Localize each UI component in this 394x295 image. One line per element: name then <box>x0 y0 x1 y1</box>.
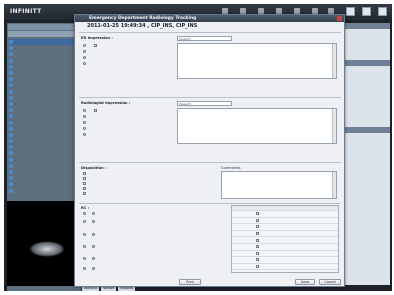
radio-option[interactable] <box>83 50 88 53</box>
recommendation-table <box>231 205 339 273</box>
folder-icon <box>9 58 13 63</box>
recommendation-row[interactable] <box>232 264 338 271</box>
panel-spacer <box>338 67 390 127</box>
study-header: 2011-01-25 19:49:34 , CIP_INS, CIP_INS <box>87 23 198 29</box>
radio-option[interactable] <box>83 44 98 47</box>
folder-icon <box>9 126 13 131</box>
folder-icon <box>9 46 13 51</box>
recommendation-row[interactable] <box>232 237 338 244</box>
scan-image <box>29 241 65 257</box>
section-label: Radiologist Impression : <box>81 101 131 105</box>
panel-header <box>8 24 80 30</box>
radio-option[interactable] <box>83 62 88 65</box>
radio-option[interactable] <box>83 212 96 215</box>
radio-option[interactable] <box>83 56 88 59</box>
checkbox-option[interactable] <box>83 182 88 185</box>
desktop-screen: INFINITT Worklist Viewer Reports Emergen… <box>4 4 392 291</box>
ed-impression-section: ED Impression : [Select] <box>79 32 341 92</box>
radio-option[interactable] <box>83 245 96 248</box>
dialog-title: Emergency Department Radiology Tracking <box>89 16 197 21</box>
radiologist-impression-text[interactable] <box>177 108 337 144</box>
image-preview[interactable] <box>7 201 81 286</box>
folder-icon <box>9 95 13 100</box>
folder-icon <box>9 83 13 88</box>
window-control-icon[interactable] <box>362 7 371 16</box>
folder-icon <box>9 64 13 69</box>
radiologist-impression-select[interactable]: [Select] <box>177 101 232 106</box>
radio-option[interactable] <box>83 267 96 270</box>
folder-icon <box>9 132 13 137</box>
right-info-panel <box>338 23 390 285</box>
tree-item[interactable] <box>9 188 79 194</box>
folder-icon <box>9 145 13 150</box>
radio-option[interactable] <box>83 133 88 136</box>
close-icon[interactable] <box>337 16 342 21</box>
folder-icon <box>9 157 13 162</box>
ed-impression-select[interactable]: [Select] <box>177 36 232 41</box>
checkbox-option[interactable] <box>83 172 88 175</box>
scrollbar[interactable] <box>332 109 336 143</box>
radio-option[interactable] <box>83 257 96 260</box>
panel-header <box>338 23 390 29</box>
folder-icon <box>9 188 13 193</box>
scrollbar[interactable] <box>332 172 336 198</box>
radiologist-impression-section: Radiologist Impression : [Select] <box>79 97 341 157</box>
folder-tree <box>7 38 81 195</box>
radio-option[interactable] <box>83 220 96 223</box>
radio-option[interactable] <box>83 115 88 118</box>
recommendation-row[interactable] <box>232 224 338 231</box>
disposition-section: Disposition : Comments <box>79 162 341 200</box>
checkbox-option[interactable] <box>83 177 88 180</box>
folder-icon <box>9 120 13 125</box>
comments-text[interactable] <box>221 171 337 199</box>
recommendation-row[interactable] <box>232 251 338 258</box>
panel-toolbar <box>8 31 80 37</box>
section-label: ED Impression : <box>81 36 113 40</box>
recommendation-row[interactable] <box>232 244 338 251</box>
radio-option[interactable] <box>83 121 88 124</box>
folder-icon <box>9 89 13 94</box>
print-button[interactable]: Print <box>179 279 201 285</box>
tracking-dialog: Emergency Department Radiology Tracking … <box>74 14 345 287</box>
recommendation-row[interactable] <box>232 231 338 238</box>
recommendation-row[interactable] <box>232 257 338 264</box>
dialog-title-bar: Emergency Department Radiology Tracking <box>75 15 344 22</box>
ed-impression-text[interactable] <box>177 43 337 79</box>
radio-option[interactable] <box>83 109 98 112</box>
app-logo: INFINITT <box>10 8 42 15</box>
folder-icon <box>9 151 13 156</box>
folder-icon <box>9 182 13 187</box>
folder-icon <box>9 101 13 106</box>
radio-option[interactable] <box>83 233 96 236</box>
cancel-button[interactable]: Cancel <box>319 279 341 285</box>
scrollbar[interactable] <box>332 44 336 78</box>
panel-header <box>338 127 390 133</box>
folder-icon <box>9 139 13 144</box>
save-button[interactable]: Save <box>295 279 315 285</box>
section-label: Disposition : <box>81 166 107 170</box>
folder-icon <box>9 108 13 113</box>
folder-icon <box>9 71 13 76</box>
checkbox-option[interactable] <box>83 187 88 190</box>
recommendation-row[interactable] <box>232 211 338 218</box>
checkbox-option[interactable] <box>83 192 88 195</box>
section-label: RC : <box>81 206 90 210</box>
panel-header <box>338 60 390 66</box>
folder-icon <box>9 77 13 82</box>
window-control-icon[interactable] <box>378 7 387 16</box>
folder-icon <box>9 163 13 168</box>
window-control-icon[interactable] <box>346 7 355 16</box>
panel-spacer <box>338 30 390 60</box>
folder-icon <box>9 52 13 57</box>
folder-icon <box>9 114 13 119</box>
recommendation-row[interactable] <box>232 218 338 225</box>
comments-label: Comments <box>221 166 241 170</box>
folder-icon <box>9 40 13 45</box>
radio-option[interactable] <box>83 127 88 130</box>
folder-icon <box>9 176 13 181</box>
folder-icon <box>9 170 13 175</box>
